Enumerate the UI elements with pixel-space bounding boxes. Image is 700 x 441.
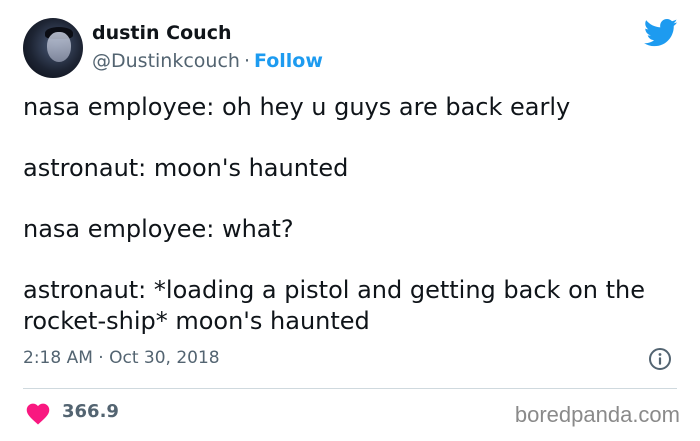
divider xyxy=(23,388,677,389)
follow-button[interactable]: Follow xyxy=(254,50,323,72)
tweet-line: astronaut: *loading a pistol and getting… xyxy=(23,276,645,335)
tweet-line: astronaut: moon's haunted xyxy=(23,154,349,182)
tweet-line: nasa employee: what? xyxy=(23,215,294,243)
avatar-face xyxy=(47,32,71,62)
handle-row: @Dustinkcouch · Follow xyxy=(92,50,323,72)
user-handle[interactable]: @Dustinkcouch xyxy=(92,50,240,72)
like-count: 366.9 xyxy=(62,401,119,422)
handle-separator: · xyxy=(243,50,250,72)
boredpanda-watermark: boredpanda.com xyxy=(514,402,680,427)
twitter-bird-icon[interactable] xyxy=(644,18,678,48)
heart-icon[interactable] xyxy=(25,401,51,425)
tweet-body: nasa employee: oh hey u guys are back ea… xyxy=(23,92,673,367)
info-icon[interactable] xyxy=(648,347,672,371)
display-name[interactable]: dustin Couch xyxy=(92,22,232,44)
avatar[interactable] xyxy=(23,18,83,78)
tweet-timestamp[interactable]: 2:18 AM · Oct 30, 2018 xyxy=(23,348,220,368)
tweet-line: nasa employee: oh hey u guys are back ea… xyxy=(23,93,571,121)
tweet-card: dustin Couch @Dustinkcouch · Follow nasa e… xyxy=(0,0,700,441)
